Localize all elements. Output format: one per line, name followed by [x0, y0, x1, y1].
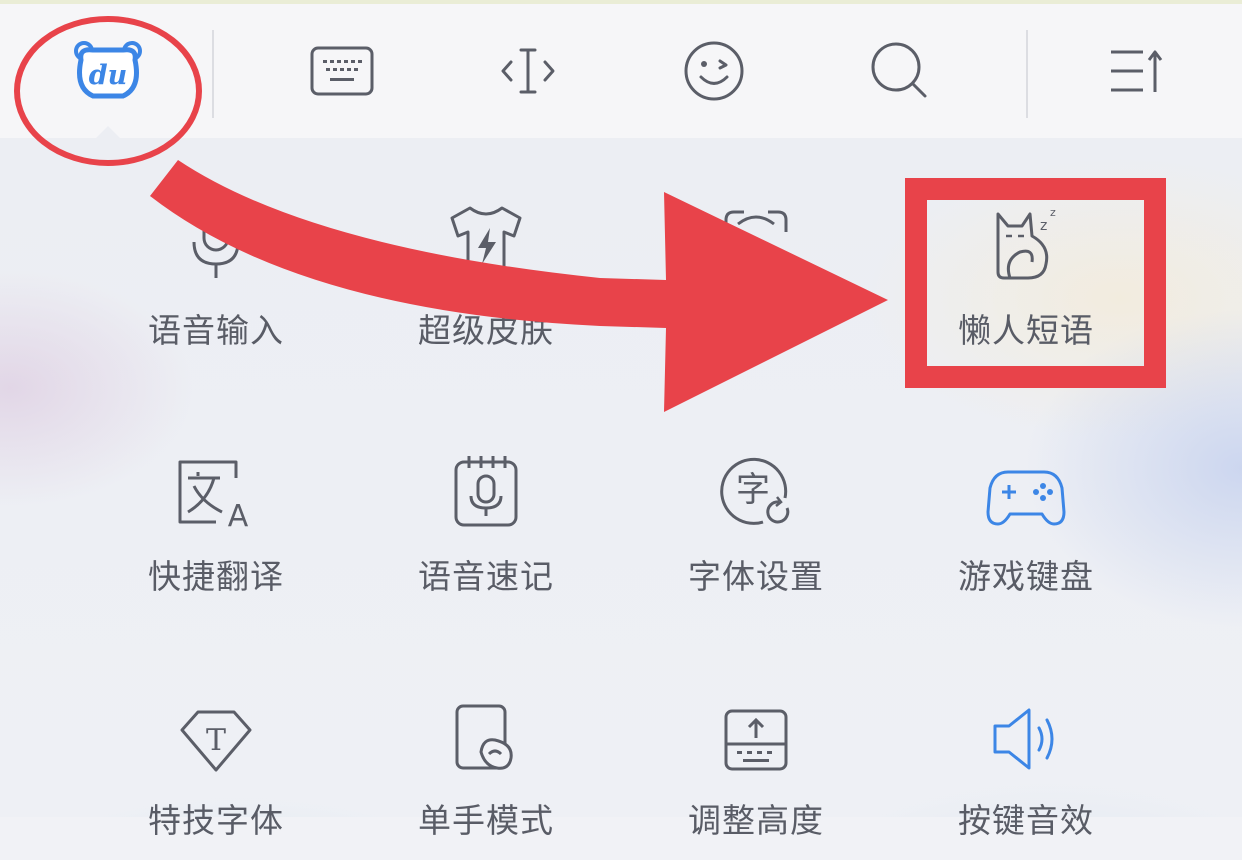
- grid-item-label: 调整高度: [688, 801, 824, 840]
- tshirt-icon: [450, 206, 522, 278]
- grid-item-voice-input[interactable]: 语音输入: [106, 190, 326, 370]
- emoji-icon: [684, 41, 744, 101]
- grid-item-hidden[interactable]: [646, 190, 866, 370]
- svg-text:字: 字: [736, 470, 770, 510]
- search-icon: [871, 42, 927, 98]
- toolbar-divider-right: [1026, 30, 1028, 118]
- grid-item-stunt-font[interactable]: T 特技字体: [106, 680, 326, 860]
- gamepad-icon: [986, 470, 1066, 526]
- menu-pointer: [96, 126, 120, 138]
- collapse-button[interactable]: [1094, 4, 1178, 138]
- grid-item-font-settings[interactable]: 字 字体设置: [646, 436, 866, 616]
- font-settings-icon: 字: [720, 457, 790, 525]
- keyboard-icon: [310, 46, 374, 96]
- grid-item-label: 语音输入: [148, 311, 284, 350]
- text-cursor-icon: [501, 48, 555, 94]
- grid-item-label: 单手模式: [418, 801, 554, 840]
- grid-item-label: 特技字体: [148, 801, 284, 840]
- grid-item-label: 快捷翻译: [148, 557, 284, 596]
- grid-item-label: 字体设置: [688, 557, 824, 596]
- grid-item-key-sound[interactable]: 按键音效: [916, 680, 1136, 860]
- collapse-menu-icon: [1111, 50, 1163, 92]
- grid-item-label: 游戏键盘: [958, 557, 1094, 596]
- grid-item-super-skin[interactable]: 超级皮肤: [376, 190, 596, 370]
- du-logo-button[interactable]: du: [56, 4, 160, 138]
- voice-notepad-icon: [454, 456, 518, 527]
- cursor-move-button[interactable]: [486, 4, 570, 138]
- search-button[interactable]: [858, 4, 942, 138]
- grid-item-label: 按键音效: [958, 801, 1094, 840]
- grid-item-label: 懒人短语: [958, 311, 1094, 350]
- svg-text:z: z: [1050, 206, 1056, 219]
- grid-item-game-keyboard[interactable]: 游戏键盘: [916, 436, 1136, 616]
- grid-item-adjust-height[interactable]: 调整高度: [646, 680, 866, 860]
- keyboard-toolbar: du: [0, 4, 1242, 138]
- du-bear-logo-icon: du: [74, 41, 142, 99]
- diamond-text-icon: T: [180, 710, 252, 772]
- svg-text:du: du: [89, 60, 128, 91]
- grid-item-voice-notes[interactable]: 语音速记: [376, 436, 596, 616]
- sleeping-cat-icon: z z: [996, 206, 1056, 280]
- svg-text:T: T: [206, 723, 226, 758]
- toolbar-divider-left: [212, 30, 214, 118]
- translate-icon: A: [178, 460, 249, 534]
- grid-item-label: 超级皮肤: [418, 311, 554, 350]
- keyboard-button[interactable]: [300, 4, 384, 138]
- one-hand-icon: [455, 704, 513, 770]
- adjust-height-icon: [724, 709, 788, 771]
- speaker-icon: [993, 708, 1054, 770]
- svg-text:z: z: [1040, 218, 1047, 234]
- grid-item-lazy-phrases[interactable]: z z 懒人短语: [916, 190, 1136, 370]
- scan-face-icon: [724, 210, 788, 232]
- grid-item-label: 语音速记: [418, 557, 554, 596]
- microphone-icon: [192, 204, 240, 278]
- emoji-button[interactable]: [672, 4, 756, 138]
- grid-item-quick-translate[interactable]: A 快捷翻译: [106, 436, 326, 616]
- svg-text:A: A: [228, 499, 249, 534]
- grid-item-one-hand-mode[interactable]: 单手模式: [376, 680, 596, 860]
